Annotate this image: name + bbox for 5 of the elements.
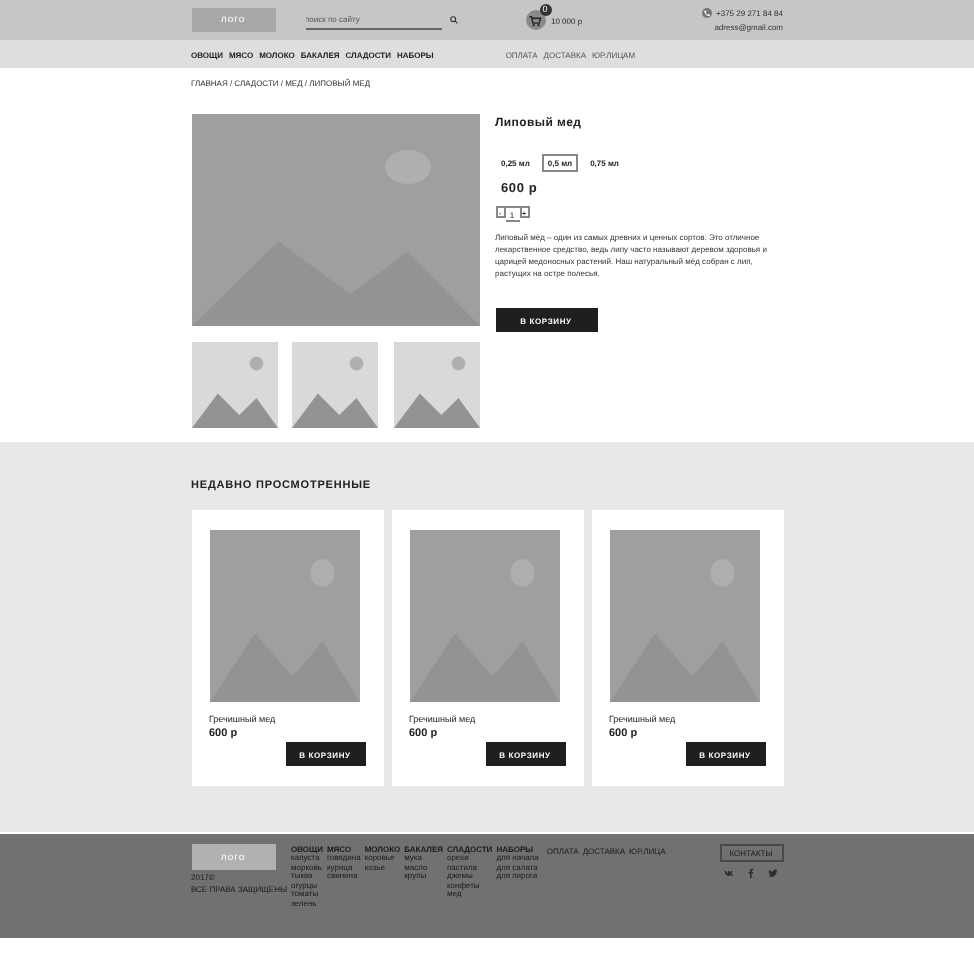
facebook-icon[interactable] bbox=[746, 868, 756, 878]
twitter-icon[interactable] bbox=[768, 868, 778, 878]
search-icon[interactable] bbox=[449, 16, 457, 24]
vk-icon[interactable] bbox=[724, 868, 734, 878]
phone-icon[interactable] bbox=[702, 8, 713, 18]
